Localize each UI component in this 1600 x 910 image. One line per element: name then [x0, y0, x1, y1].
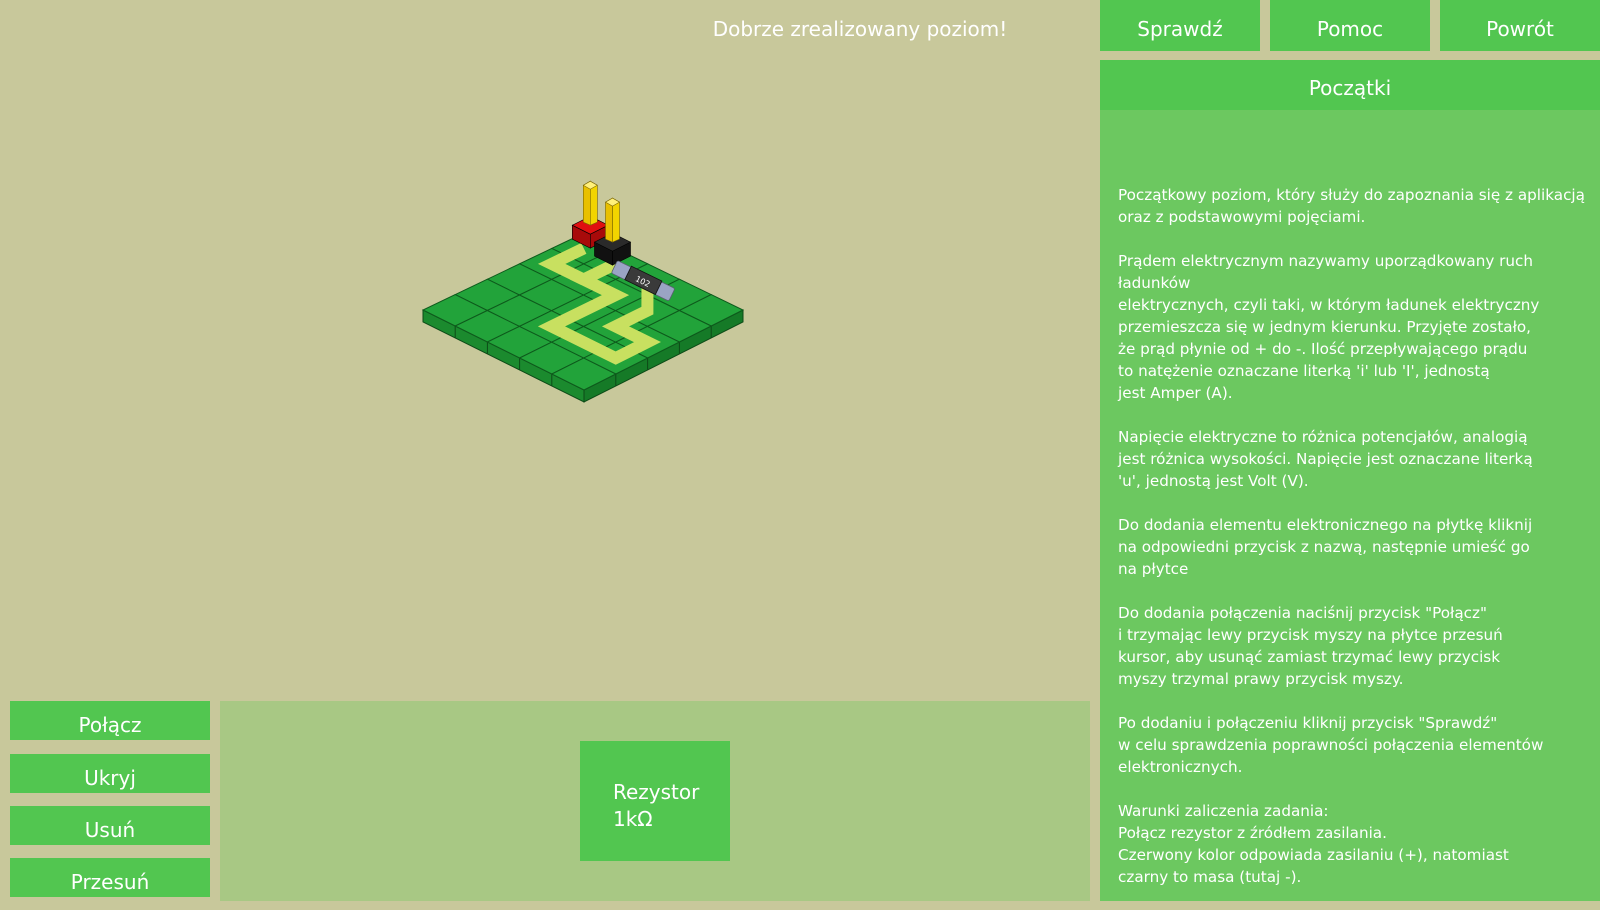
- move-button[interactable]: Przesuń: [10, 858, 210, 897]
- level-paragraph: Po dodaniu i połączeniu kliknij przycisk…: [1118, 714, 1544, 776]
- help-button[interactable]: Pomoc: [1270, 0, 1430, 51]
- level-paragraph: Warunki zaliczenia zadania: Połącz rezys…: [1118, 802, 1509, 886]
- component-name: Rezystor: [613, 780, 700, 804]
- circuit-board-viewport[interactable]: 102: [0, 0, 1090, 690]
- level-title: Początki: [1100, 60, 1600, 110]
- check-button[interactable]: Sprawdź: [1100, 0, 1260, 51]
- level-paragraph: Napięcie elektryczne to różnica potencja…: [1118, 428, 1533, 490]
- level-paragraph: Początkowy poziom, który służy do zapozn…: [1118, 186, 1585, 226]
- level-description: Początkowy poziom, który służy do zapozn…: [1118, 184, 1588, 910]
- level-paragraph: Do dodania połączenia naciśnij przycisk …: [1118, 604, 1503, 688]
- component-palette: Rezystor 1kΩ: [220, 701, 1090, 901]
- level-info-panel: Początki Początkowy poziom, który służy …: [1100, 60, 1600, 901]
- level-paragraph: Prądem elektrycznym nazywamy uporządkowa…: [1118, 252, 1540, 402]
- hide-button[interactable]: Ukryj: [10, 754, 210, 793]
- connect-button[interactable]: Połącz: [10, 701, 210, 740]
- component-value: 1kΩ: [613, 807, 653, 831]
- back-button[interactable]: Powrót: [1440, 0, 1600, 51]
- level-paragraph: Do dodania elementu elektronicznego na p…: [1118, 516, 1533, 578]
- circuit-board[interactable]: 102: [0, 0, 1090, 690]
- add-resistor-button[interactable]: Rezystor 1kΩ: [580, 741, 730, 861]
- delete-button[interactable]: Usuń: [10, 806, 210, 845]
